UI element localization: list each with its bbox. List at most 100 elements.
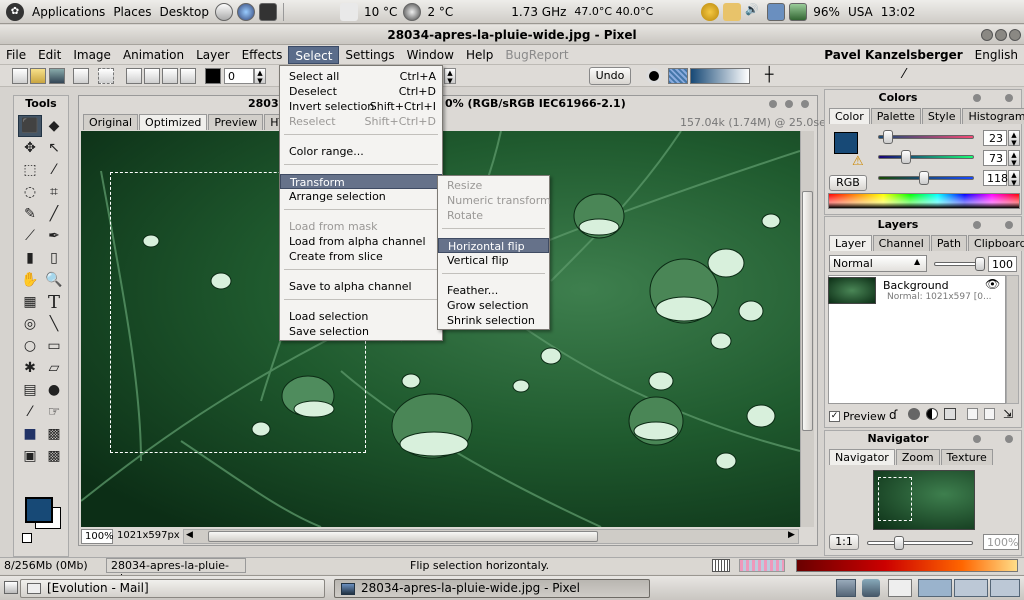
- layer-opacity-input[interactable]: 100: [988, 256, 1017, 272]
- layer-thumbnail[interactable]: [828, 277, 876, 304]
- navigator-preview[interactable]: [873, 470, 975, 530]
- navigator-zoom-slider[interactable]: [867, 536, 973, 550]
- keyboard-layout[interactable]: USA: [844, 0, 877, 24]
- user-icon[interactable]: [701, 2, 720, 21]
- tab-color[interactable]: Color: [829, 108, 870, 124]
- select-new-icon[interactable]: [126, 68, 142, 84]
- menu-item-color-range[interactable]: Color range...: [280, 144, 442, 159]
- tab-style[interactable]: Style: [921, 108, 962, 124]
- blend-mode-select[interactable]: Normal: [829, 255, 927, 272]
- magic-wand-tool-icon[interactable]: ⁄: [42, 159, 66, 181]
- pattern-swatch[interactable]: [668, 68, 688, 84]
- submenu-item-feather[interactable]: Feather...: [438, 283, 549, 298]
- tab-histogram[interactable]: Histogram: [962, 108, 1024, 124]
- menu-effects[interactable]: Effects: [236, 46, 289, 64]
- eyedropper-icon[interactable]: ⁄: [903, 67, 905, 82]
- red-slider-knob[interactable]: [883, 130, 893, 144]
- red-value-input[interactable]: 23: [983, 130, 1007, 146]
- stamp-tool-icon[interactable]: ▮: [18, 247, 42, 269]
- menu-item-load-selection[interactable]: Load selection: [280, 309, 442, 324]
- antialias-icon[interactable]: [205, 68, 221, 84]
- hand-tool-icon[interactable]: ✋: [18, 269, 42, 291]
- tray-network-icon[interactable]: [836, 579, 856, 597]
- mask-mode-icon[interactable]: ■: [18, 423, 42, 445]
- spectrum-picker[interactable]: [828, 193, 1020, 209]
- open-folder-icon[interactable]: [30, 68, 46, 84]
- menu-layer[interactable]: Layer: [190, 46, 235, 64]
- fullscreen-mode-icon[interactable]: ▩: [42, 445, 66, 467]
- select-intersect-icon[interactable]: [180, 68, 196, 84]
- task-pixel-editor[interactable]: 28034-apres-la-pluie-wide.jpg - Pixel: [334, 579, 650, 598]
- menu-item-save-to-alpha[interactable]: Save to alpha channel: [280, 279, 442, 294]
- zoom-1to1-button[interactable]: 1:1: [829, 534, 859, 550]
- marquee-tool-icon[interactable]: ⬚: [18, 159, 42, 181]
- line-tool-icon[interactable]: ╲: [42, 313, 66, 335]
- menu-item-transform[interactable]: Transform: [280, 174, 442, 189]
- airbrush-tool-icon[interactable]: ⟋: [18, 225, 42, 247]
- blue-spinner-icon[interactable]: ▲ ▼: [1008, 170, 1020, 187]
- show-desktop-icon[interactable]: [4, 581, 18, 594]
- tab-clipboard[interactable]: Clipboard: [968, 235, 1024, 251]
- workspace-1[interactable]: [918, 579, 952, 597]
- menu-edit[interactable]: Edit: [32, 46, 67, 64]
- delete-layer-icon[interactable]: ⇲: [1003, 407, 1013, 421]
- mail-check-icon[interactable]: [723, 2, 742, 21]
- blend-mode-spinner-icon[interactable]: ▲: [914, 257, 920, 266]
- close-icon[interactable]: [1009, 29, 1021, 41]
- tab-navigator[interactable]: Navigator: [829, 449, 895, 465]
- navigator-zoom-input[interactable]: 100%: [983, 534, 1019, 550]
- gradient-tool-icon[interactable]: ▦: [18, 291, 42, 313]
- gradient-swatch[interactable]: [690, 68, 750, 84]
- crop-tool-icon[interactable]: ⌗: [42, 181, 66, 203]
- mask-icon[interactable]: [908, 408, 920, 420]
- network-icon[interactable]: [767, 2, 786, 21]
- doc-minimize-icon[interactable]: [769, 100, 777, 108]
- blue-slider[interactable]: [878, 171, 974, 185]
- vertical-scroll-thumb[interactable]: [802, 191, 813, 431]
- menu-bugreport[interactable]: BugReport: [499, 46, 574, 64]
- save-icon[interactable]: [49, 68, 65, 84]
- bucket-tool-icon[interactable]: ▯: [42, 247, 66, 269]
- pointer-tool-icon[interactable]: ⬛: [18, 115, 42, 137]
- workspace-2[interactable]: [954, 579, 988, 597]
- print-icon[interactable]: [73, 68, 89, 84]
- polygon-tool-icon[interactable]: ✱: [18, 357, 42, 379]
- current-color-swatch[interactable]: [834, 132, 858, 154]
- tab-path[interactable]: Path: [930, 235, 968, 251]
- eraser-tool-icon[interactable]: ▱: [42, 357, 66, 379]
- adjustment-icon[interactable]: [926, 408, 938, 420]
- tab-original[interactable]: Original: [83, 114, 139, 130]
- gnome-foot-icon[interactable]: ✿: [6, 2, 24, 21]
- ellipse-tool-icon[interactable]: ○: [18, 335, 42, 357]
- red-slider[interactable]: [878, 130, 974, 144]
- volume-icon[interactable]: 🔊: [745, 3, 763, 21]
- eyedropper-tool-icon[interactable]: ⁄: [18, 401, 42, 423]
- menu-image[interactable]: Image: [67, 46, 117, 64]
- clock[interactable]: 13:02: [877, 0, 920, 24]
- green-spinner-icon[interactable]: ▲ ▼: [1008, 150, 1020, 167]
- menu-animation[interactable]: Animation: [117, 46, 190, 64]
- tab-zoom[interactable]: Zoom: [895, 449, 940, 465]
- doc-maximize-icon[interactable]: [785, 100, 793, 108]
- shape-tool-icon[interactable]: ◎: [18, 313, 42, 335]
- direct-select-tool-icon[interactable]: ↖: [42, 137, 66, 159]
- submenu-item-horizontal-flip[interactable]: Horizontal flip: [438, 238, 549, 253]
- applications-menu[interactable]: Applications: [28, 0, 109, 24]
- workspace-3[interactable]: [990, 579, 1020, 597]
- zoom-field[interactable]: 100%: [81, 529, 114, 544]
- brush-tool-icon[interactable]: ╱: [42, 203, 66, 225]
- menu-item-create-from-slice[interactable]: Create from slice: [280, 249, 442, 264]
- effect-icon[interactable]: ɗ: [889, 408, 897, 422]
- text-tool-icon[interactable]: T: [42, 291, 66, 313]
- language-selector[interactable]: English: [969, 46, 1024, 64]
- selection-mode-icon[interactable]: [98, 68, 114, 84]
- tab-layer[interactable]: Layer: [829, 235, 872, 251]
- zoom-tool-icon[interactable]: 🔍: [42, 269, 66, 291]
- menu-item-select-all[interactable]: Select all Ctrl+A: [280, 69, 442, 84]
- rectangle-tool-icon[interactable]: ▭: [42, 335, 66, 357]
- view-mode-icon[interactable]: ▣: [18, 445, 42, 467]
- layers-close-icon[interactable]: [1005, 221, 1013, 229]
- reset-colors-icon[interactable]: [22, 533, 32, 543]
- vertical-scrollbar[interactable]: [800, 131, 814, 527]
- select-subtract-icon[interactable]: [162, 68, 178, 84]
